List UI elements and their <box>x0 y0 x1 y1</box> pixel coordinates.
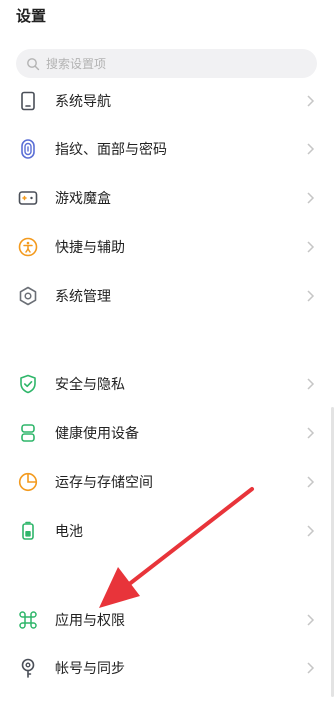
chevron-right-icon <box>307 143 315 155</box>
fingerprint-icon <box>21 139 35 159</box>
accessibility-icon <box>18 237 38 257</box>
settings-item-label: 指纹、面部与密码 <box>55 142 167 158</box>
command-apps-icon <box>19 611 37 629</box>
search-input[interactable] <box>46 56 286 71</box>
settings-item-label: 系统管理 <box>55 289 111 305</box>
settings-item-label: 快捷与辅助 <box>55 240 125 256</box>
settings-item-label: 安全与隐私 <box>55 377 125 393</box>
settings-item-system-navigation[interactable]: 系统导航 <box>0 77 336 125</box>
settings-item-shortcuts-accessibility[interactable]: 快捷与辅助 <box>0 223 336 271</box>
settings-item-fingerprint-face-password[interactable]: 指纹、面部与密码 <box>0 125 336 173</box>
settings-item-label: 帐号与同步 <box>55 661 125 677</box>
game-box-icon <box>18 191 38 205</box>
settings-item-label: 游戏魔盒 <box>55 191 111 207</box>
settings-item-label: 运存与存储空间 <box>55 475 153 491</box>
phone-navigation-icon <box>21 91 35 111</box>
page-title: 设置 <box>16 7 47 25</box>
account-key-icon <box>21 658 35 678</box>
settings-item-label: 健康使用设备 <box>55 426 139 442</box>
settings-item-security-privacy[interactable]: 安全与隐私 <box>0 360 336 408</box>
chevron-right-icon <box>307 525 315 537</box>
settings-item-label: 应用与权限 <box>55 613 125 629</box>
chevron-right-icon <box>307 192 315 204</box>
storage-pie-icon <box>18 472 38 492</box>
chevron-right-icon <box>307 241 315 253</box>
settings-item-label: 电池 <box>55 524 83 540</box>
settings-item-account-sync[interactable]: 帐号与同步 <box>0 644 336 692</box>
hexagon-settings-icon <box>19 286 37 306</box>
chevron-right-icon <box>307 614 315 626</box>
settings-item-healthy-device-usage[interactable]: 健康使用设备 <box>0 409 336 457</box>
chevron-right-icon <box>307 95 315 107</box>
chevron-right-icon <box>307 290 315 302</box>
settings-item-game-box[interactable]: 游戏魔盒 <box>0 174 336 222</box>
settings-page: 设置 系统导航 指纹、面部与密码 游戏魔盒 <box>0 0 336 713</box>
settings-item-label: 系统导航 <box>55 94 111 110</box>
settings-item-memory-storage[interactable]: 运存与存储空间 <box>0 458 336 506</box>
search-icon <box>27 57 40 70</box>
scrollbar[interactable] <box>331 407 334 697</box>
chevron-right-icon <box>307 378 315 390</box>
settings-item-apps-permissions[interactable]: 应用与权限 <box>0 596 336 644</box>
chevron-right-icon <box>307 476 315 488</box>
chevron-right-icon <box>307 662 315 674</box>
shield-check-icon <box>20 374 36 394</box>
search-bar[interactable] <box>16 49 317 78</box>
battery-icon <box>22 521 34 540</box>
hourglass-icon <box>21 424 35 442</box>
settings-item-battery[interactable]: 电池 <box>0 507 336 555</box>
chevron-right-icon <box>307 427 315 439</box>
settings-item-system-management[interactable]: 系统管理 <box>0 272 336 320</box>
